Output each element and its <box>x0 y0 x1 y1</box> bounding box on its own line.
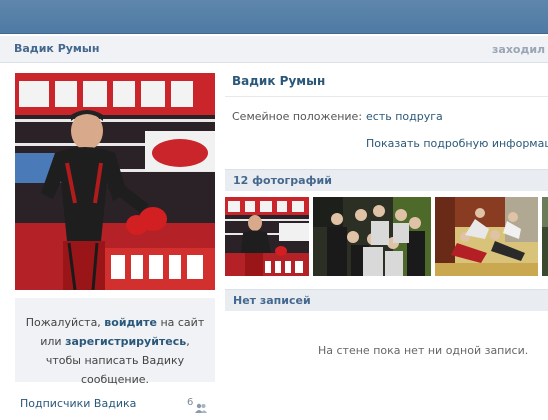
wall-section-header: Нет записей <box>225 289 548 311</box>
subscribers-count: 6 <box>187 397 194 408</box>
empty-wall-message: На стене пока нет ни одной записи. <box>318 344 529 357</box>
show-more-info-link[interactable]: Показать подробную информацию <box>366 137 548 150</box>
divider <box>225 96 548 97</box>
header-user-name: Вадик Румын <box>14 42 100 55</box>
relationship-value[interactable]: есть подруга <box>366 110 443 123</box>
login-link[interactable]: войдите <box>104 316 157 329</box>
top-navigation-bar <box>0 0 548 34</box>
photo-thumbnail[interactable] <box>225 197 309 276</box>
profile-header: Вадик Румын заходил <box>0 36 548 63</box>
login-prompt-box: Пожалуйста, войдите на сайт или зарегист… <box>15 298 215 386</box>
relationship-label: Семейное положение: <box>232 110 363 123</box>
wall-section-title: Нет записей <box>233 294 311 307</box>
login-text-1: Пожалуйста, <box>25 316 105 329</box>
profile-name: Вадик Румын <box>232 74 326 88</box>
photo-thumbnail[interactable] <box>542 197 548 276</box>
last-seen-status: заходил <box>492 43 546 56</box>
photo-thumbnail[interactable] <box>435 197 538 276</box>
photos-section-header[interactable]: 12 фотографий <box>225 169 548 191</box>
profile-avatar[interactable] <box>15 73 215 290</box>
users-icon <box>195 398 207 417</box>
photo-thumbnail[interactable] <box>313 197 431 276</box>
photos-section-title[interactable]: 12 фотографий <box>233 174 332 187</box>
subscribers-link[interactable]: Подписчики Вадика <box>20 397 136 410</box>
register-link[interactable]: зарегистрируйтесь <box>65 335 186 348</box>
